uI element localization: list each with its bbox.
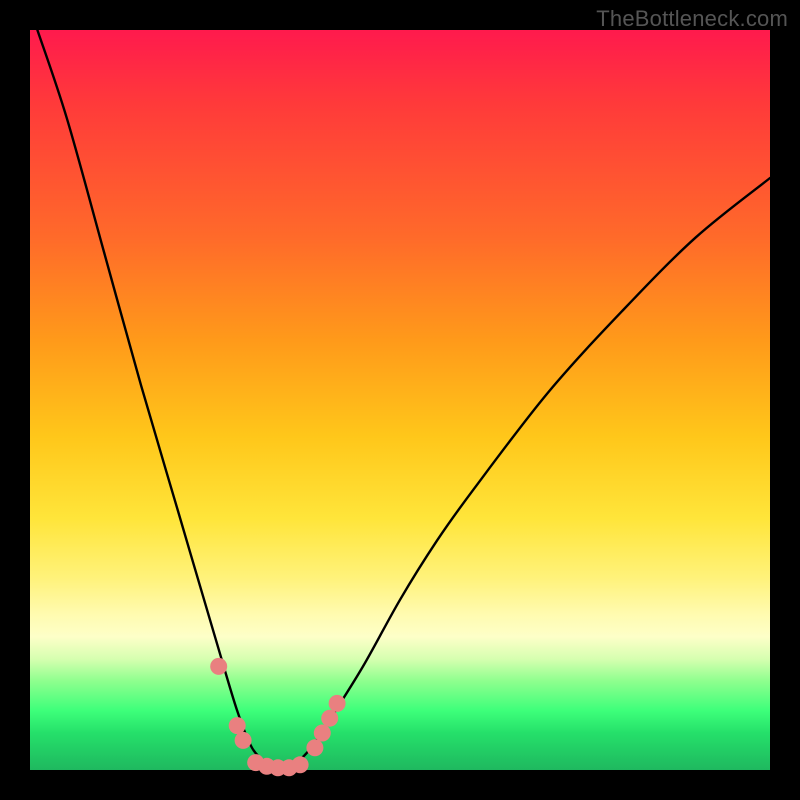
chart-svg xyxy=(30,30,770,770)
curve-layer xyxy=(37,30,770,770)
marker-dot xyxy=(210,658,227,675)
marker-dot xyxy=(314,725,331,742)
marker-dot xyxy=(306,739,323,756)
outer-frame: TheBottleneck.com xyxy=(0,0,800,800)
marker-dot xyxy=(329,695,346,712)
bottleneck-curve-path xyxy=(37,30,770,770)
marker-dot xyxy=(229,717,246,734)
plot-area xyxy=(30,30,770,770)
watermark-text: TheBottleneck.com xyxy=(596,6,788,32)
marker-dot xyxy=(235,732,252,749)
marker-dot xyxy=(321,710,338,727)
marker-layer xyxy=(210,658,345,776)
marker-dot xyxy=(292,756,309,773)
